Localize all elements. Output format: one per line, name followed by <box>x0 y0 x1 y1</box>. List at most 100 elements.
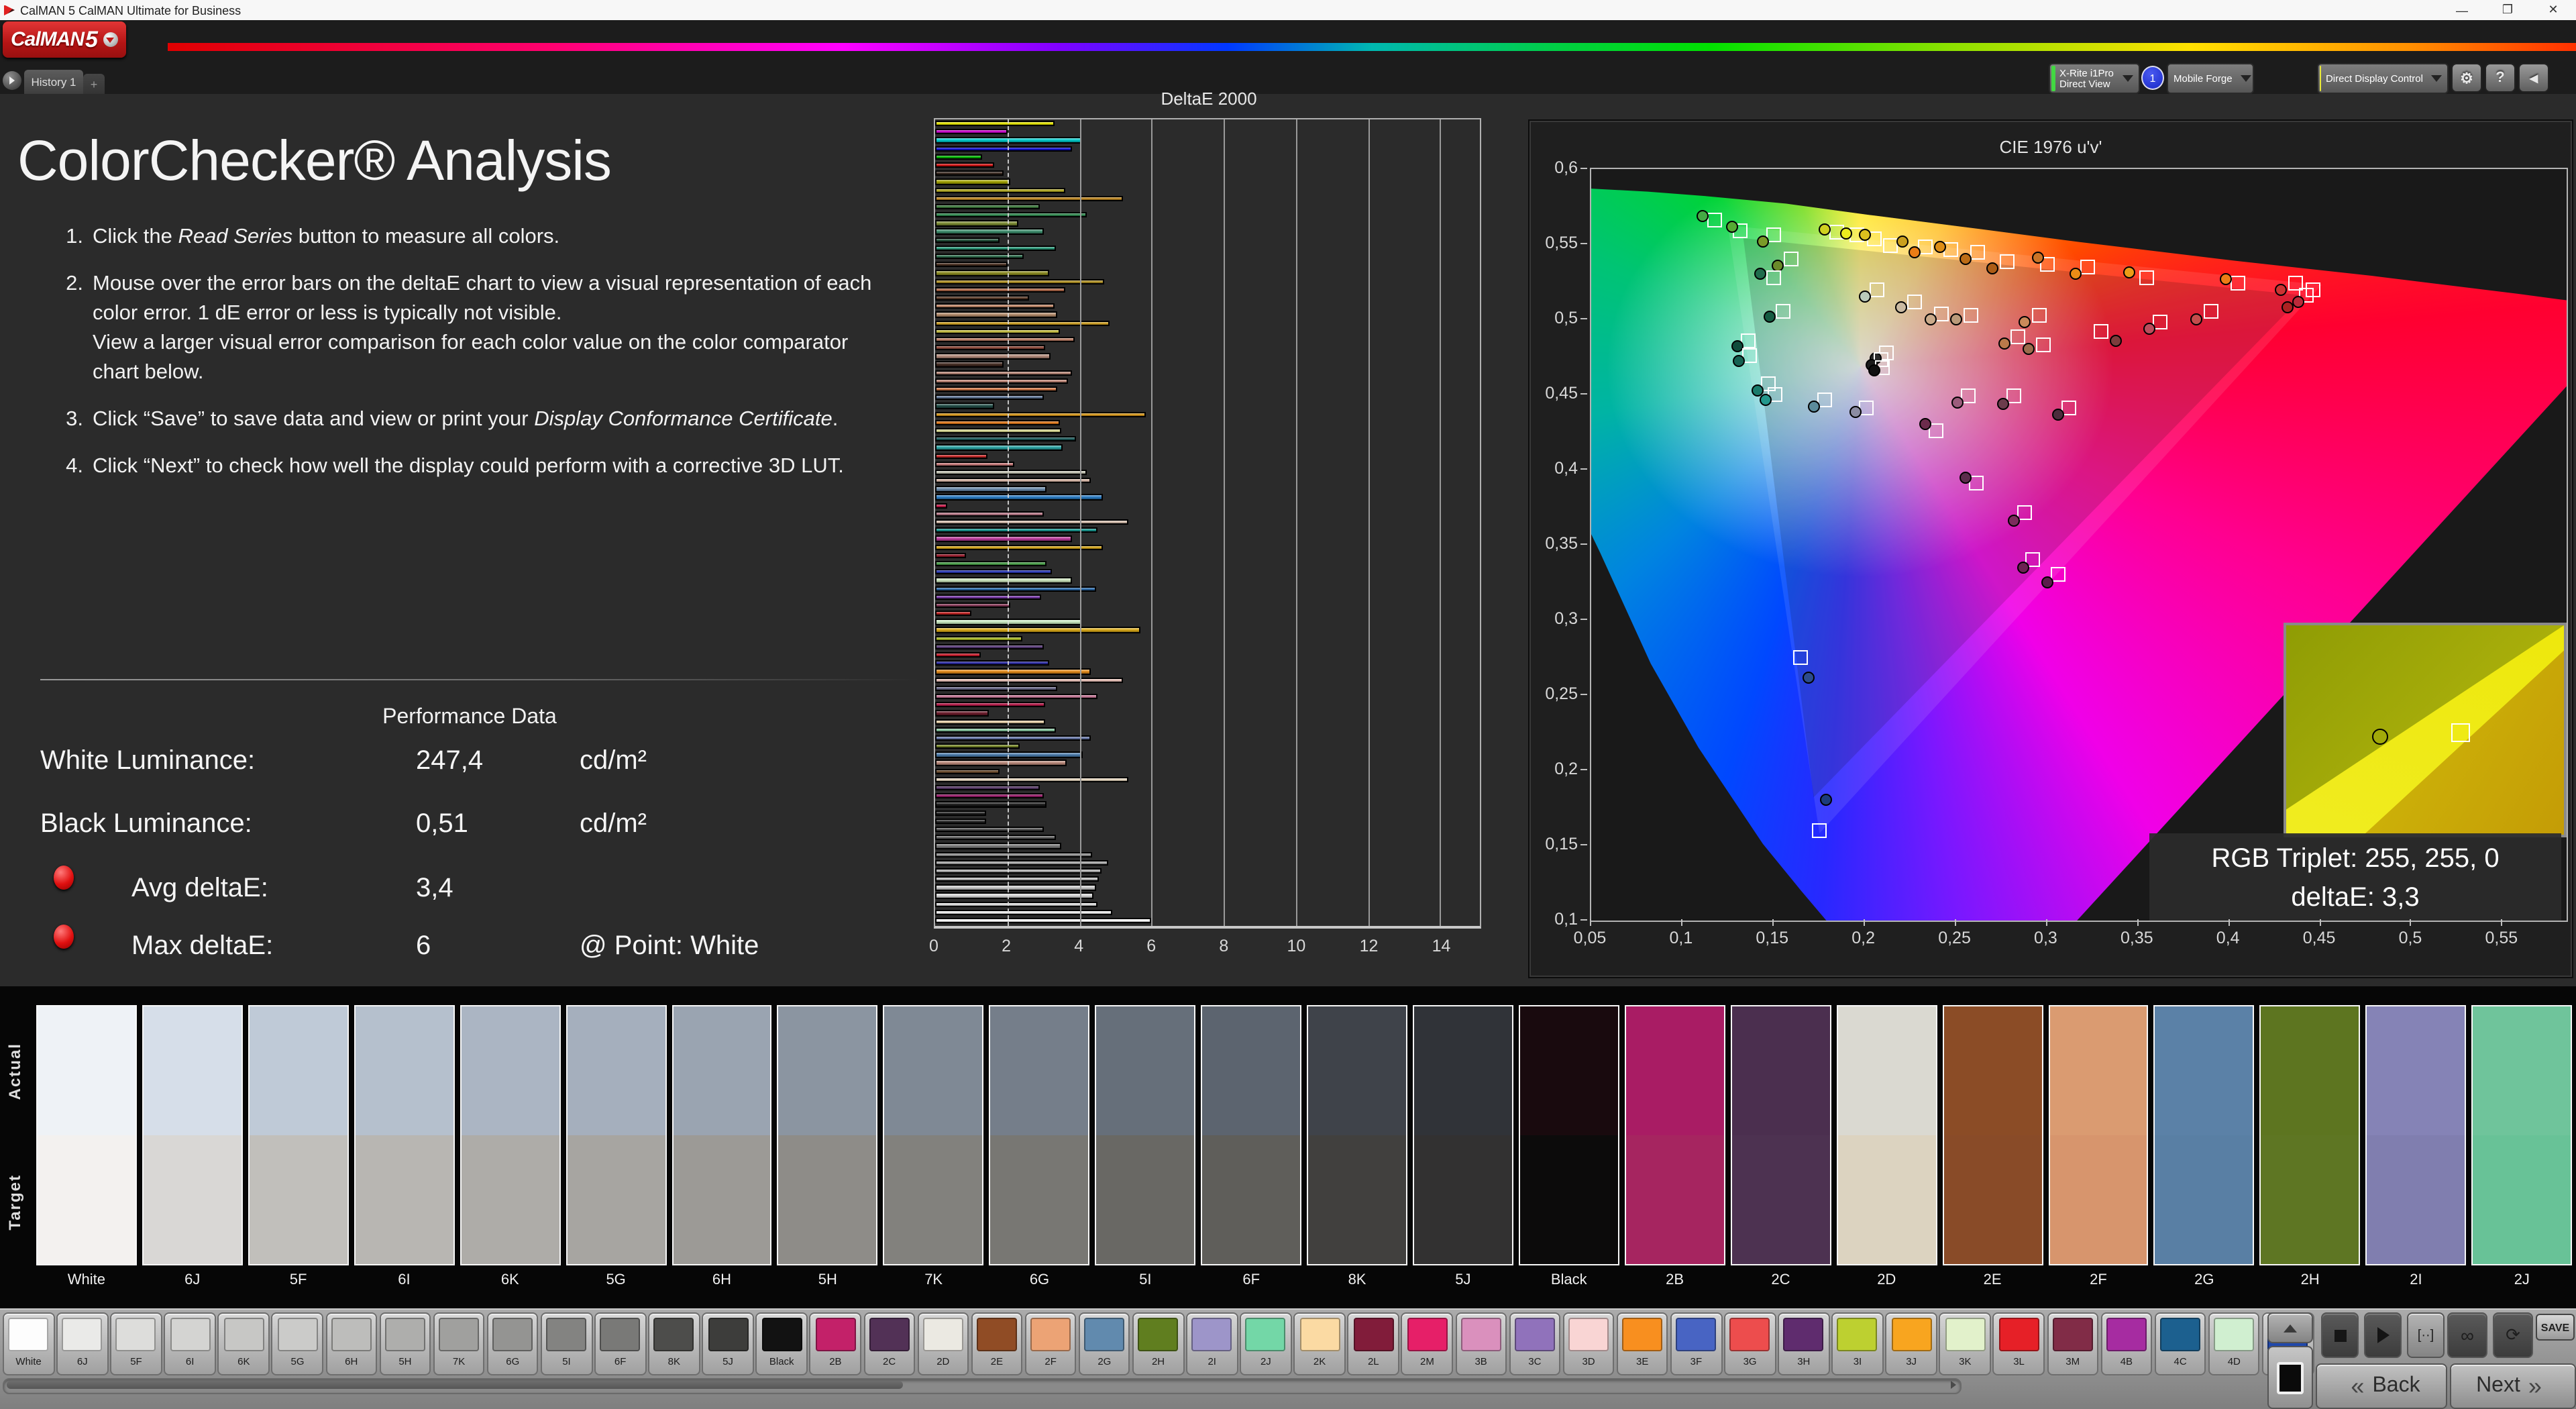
deltae-error-bar[interactable] <box>935 228 1044 235</box>
patch-button-6H[interactable]: 6H <box>325 1312 378 1375</box>
stop-button[interactable] <box>2321 1312 2359 1358</box>
deltae-error-bar[interactable] <box>935 826 1044 833</box>
deltae-error-bar[interactable] <box>935 286 1065 293</box>
scrollbar-thumb[interactable] <box>7 1381 903 1389</box>
deltae-error-bar[interactable] <box>935 427 1062 434</box>
deltae-error-bar[interactable] <box>935 594 1042 600</box>
collapse-button[interactable]: ◀ <box>2518 63 2549 93</box>
history-nav-icon[interactable] <box>3 71 21 90</box>
deltae-error-bar[interactable] <box>935 436 1076 442</box>
deltae-error-bar[interactable] <box>935 461 1015 467</box>
patch-button-2K[interactable]: 2K <box>1293 1312 1346 1375</box>
patch-button-5J[interactable]: 5J <box>702 1312 754 1375</box>
patch-button-2H[interactable]: 2H <box>1132 1312 1185 1375</box>
patch-button-White[interactable]: White <box>3 1312 55 1375</box>
patch-up-button[interactable] <box>2267 1312 2313 1343</box>
deltae-error-bar[interactable] <box>935 918 1152 924</box>
deltae-error-bar[interactable] <box>935 270 1049 276</box>
patch-button-2F[interactable]: 2F <box>1024 1312 1077 1375</box>
deltae-error-bar[interactable] <box>935 187 1065 193</box>
deltae-error-bar[interactable] <box>935 735 1091 741</box>
calman-logo[interactable]: CalMAN 5 <box>3 21 126 58</box>
deltae-error-bar[interactable] <box>935 295 1029 301</box>
deltae-error-bar[interactable] <box>935 702 1045 708</box>
deltae-error-bar[interactable] <box>935 478 1091 484</box>
patch-button-3G[interactable]: 3G <box>1724 1312 1776 1375</box>
deltae-error-bar[interactable] <box>935 569 1053 575</box>
deltae-error-bar[interactable] <box>935 503 948 509</box>
meter-dropdown[interactable]: X-Rite i1Pro Direct View <box>2049 63 2140 94</box>
deltae-error-bar[interactable] <box>935 851 1092 857</box>
deltae-error-bar[interactable] <box>935 668 1091 675</box>
patch-button-6F[interactable]: 6F <box>594 1312 647 1375</box>
deltae-error-bar[interactable] <box>935 303 1055 309</box>
patch-button-Black[interactable]: Black <box>755 1312 808 1375</box>
patch-button-3F[interactable]: 3F <box>1670 1312 1722 1375</box>
deltae-error-bar[interactable] <box>935 486 1047 492</box>
deltae-error-bar[interactable] <box>935 544 1104 550</box>
deltae-error-bar[interactable] <box>935 511 1044 517</box>
patch-button-3D[interactable]: 3D <box>1562 1312 1615 1375</box>
deltae-error-bar[interactable] <box>935 519 1128 525</box>
patch-button-6J[interactable]: 6J <box>56 1312 109 1375</box>
deltae-error-bar[interactable] <box>935 611 971 617</box>
patch-button-2E[interactable]: 2E <box>971 1312 1023 1375</box>
deltae-error-bar[interactable] <box>935 444 1063 451</box>
deltae-error-bar[interactable] <box>935 212 1087 218</box>
patch-button-6I[interactable]: 6I <box>164 1312 216 1375</box>
deltae-error-bar[interactable] <box>935 760 1067 766</box>
current-patch-button[interactable] <box>2267 1346 2313 1409</box>
deltae-error-bar[interactable] <box>935 586 1096 592</box>
logo-menu-icon[interactable] <box>103 32 118 47</box>
deltae-error-bar[interactable] <box>935 710 989 717</box>
deltae-error-bar[interactable] <box>935 535 1073 542</box>
deltae-error-bar[interactable] <box>935 411 1146 417</box>
patch-button-3E[interactable]: 3E <box>1616 1312 1668 1375</box>
patch-button-3B[interactable]: 3B <box>1455 1312 1507 1375</box>
tab-history-1[interactable]: History 1 <box>24 70 83 94</box>
deltae-error-bar[interactable] <box>935 386 1058 393</box>
deltae-error-bar[interactable] <box>935 801 1047 808</box>
patch-button-5H[interactable]: 5H <box>379 1312 431 1375</box>
deltae-error-bar[interactable] <box>935 652 981 658</box>
deltae-error-bar[interactable] <box>935 719 1045 725</box>
next-button[interactable]: Next » <box>2450 1363 2576 1409</box>
deltae-error-bar[interactable] <box>935 909 1112 916</box>
deltae-error-bar[interactable] <box>935 395 1044 401</box>
deltae-error-bar[interactable] <box>935 660 1049 666</box>
deltae-error-bar[interactable] <box>935 835 1057 841</box>
tab-add[interactable]: + <box>83 74 105 94</box>
deltae-error-bar[interactable] <box>935 361 1004 368</box>
deltae-error-bar[interactable] <box>935 685 1058 692</box>
deltae-error-bar[interactable] <box>935 527 1097 533</box>
deltae-error-bar[interactable] <box>935 727 1057 733</box>
deltae-error-bar[interactable] <box>935 378 1069 384</box>
patch-button-5I[interactable]: 5I <box>540 1312 593 1375</box>
deltae-error-bar[interactable] <box>935 469 1087 476</box>
deltae-error-bar[interactable] <box>935 403 995 409</box>
deltae-error-bar[interactable] <box>935 693 1097 700</box>
deltae-error-bar[interactable] <box>935 320 1110 326</box>
reset-button[interactable]: ⟳ <box>2493 1312 2533 1358</box>
restore-button[interactable]: ❐ <box>2485 0 2530 20</box>
deltae-error-bar[interactable] <box>935 785 1040 791</box>
minimize-button[interactable]: — <box>2439 0 2485 20</box>
deltae-error-bar[interactable] <box>935 643 1044 650</box>
deltae-error-bar[interactable] <box>935 370 1073 376</box>
deltae-error-bar[interactable] <box>935 254 1024 260</box>
deltae-error-bar[interactable] <box>935 843 1062 849</box>
deltae-error-bar[interactable] <box>935 345 1045 351</box>
deltae-error-bar[interactable] <box>935 859 1109 866</box>
patch-button-4C[interactable]: 4C <box>2154 1312 2206 1375</box>
patch-button-2M[interactable]: 2M <box>1401 1312 1454 1375</box>
deltae-error-bar[interactable] <box>935 195 1123 201</box>
read-series-button[interactable] <box>2364 1312 2402 1358</box>
patch-button-7K[interactable]: 7K <box>433 1312 485 1375</box>
patch-button-2C[interactable]: 2C <box>863 1312 916 1375</box>
deltae-error-bar[interactable] <box>935 237 1000 243</box>
deltae-error-bar[interactable] <box>935 810 986 816</box>
deltae-error-bar[interactable] <box>935 328 1060 334</box>
deltae-error-bar[interactable] <box>935 577 1073 584</box>
patch-button-2B[interactable]: 2B <box>809 1312 861 1375</box>
deltae-error-bar[interactable] <box>935 154 982 160</box>
